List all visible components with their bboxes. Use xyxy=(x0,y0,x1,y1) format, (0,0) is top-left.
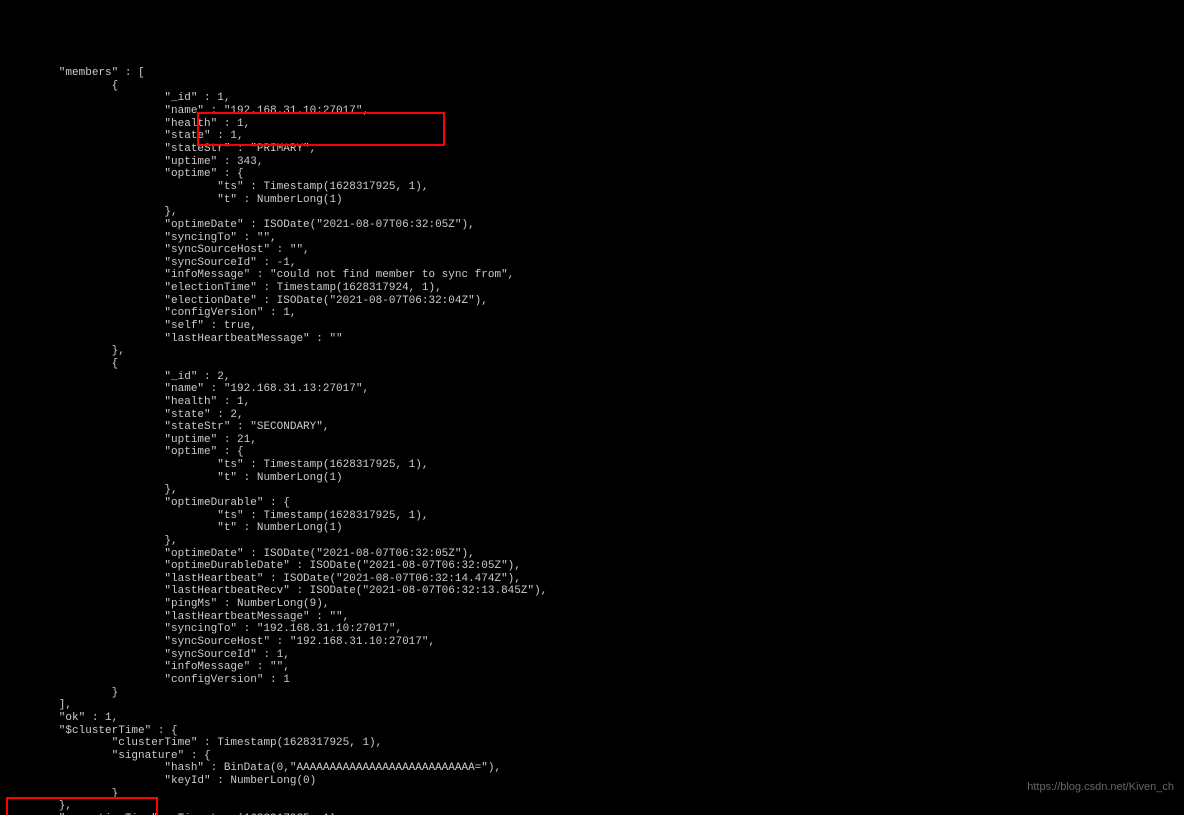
output-line: "pingMs" : NumberLong(9), xyxy=(6,598,329,610)
output-line: "stateStr" : "PRIMARY", xyxy=(6,143,316,155)
output-line: "state" : 2, xyxy=(6,409,244,421)
output-line: }, xyxy=(6,345,125,357)
output-line: "configVersion" : 1 xyxy=(6,674,290,686)
output-line: "optimeDate" : ISODate("2021-08-07T06:32… xyxy=(6,548,475,560)
terminal-output[interactable]: "members" : [ { "_id" : 1, "name" : "192… xyxy=(0,51,1184,815)
output-line: "lastHeartbeatMessage" : "" xyxy=(6,333,343,345)
output-line: { xyxy=(6,358,118,370)
output-line: "t" : NumberLong(1) xyxy=(6,522,343,534)
output-line: "ts" : Timestamp(1628317925, 1), xyxy=(6,181,428,193)
output-line: "optimeDate" : ISODate("2021-08-07T06:32… xyxy=(6,219,475,231)
output-line: "clusterTime" : Timestamp(1628317925, 1)… xyxy=(6,737,382,749)
output-line: "health" : 1, xyxy=(6,118,250,130)
output-line: "infoMessage" : "could not find member t… xyxy=(6,269,514,281)
output-line: "optime" : { xyxy=(6,168,244,180)
output-line: "_id" : 1, xyxy=(6,92,230,104)
output-line: }, xyxy=(6,484,178,496)
output-line: "electionDate" : ISODate("2021-08-07T06:… xyxy=(6,295,488,307)
output-line: "operationTime" : Timestamp(1628317925, … xyxy=(6,813,336,815)
output-line: "syncingTo" : "", xyxy=(6,232,277,244)
output-line: "electionTime" : Timestamp(1628317924, 1… xyxy=(6,282,442,294)
output-line: "_id" : 2, xyxy=(6,371,230,383)
output-line: "uptime" : 343, xyxy=(6,156,263,168)
output-line: "health" : 1, xyxy=(6,396,250,408)
output-line: ], xyxy=(6,699,72,711)
output-line: { xyxy=(6,80,118,92)
output-line: "ts" : Timestamp(1628317925, 1), xyxy=(6,459,428,471)
output-line: "optimeDurable" : { xyxy=(6,497,290,509)
output-line: "stateStr" : "SECONDARY", xyxy=(6,421,329,433)
output-line: "members" : [ xyxy=(6,67,145,79)
output-line: "ts" : Timestamp(1628317925, 1), xyxy=(6,510,428,522)
output-line: "t" : NumberLong(1) xyxy=(6,194,343,206)
output-line: "syncSourceId" : -1, xyxy=(6,257,296,269)
output-line: "configVersion" : 1, xyxy=(6,307,296,319)
output-line: }, xyxy=(6,800,72,812)
output-line: "keyId" : NumberLong(0) xyxy=(6,775,316,787)
output-line: }, xyxy=(6,206,178,218)
output-line: "syncSourceId" : 1, xyxy=(6,649,290,661)
output-line: }, xyxy=(6,535,178,547)
output-line: "$clusterTime" : { xyxy=(6,725,178,737)
watermark-text: https://blog.csdn.net/Kiven_ch xyxy=(1027,781,1174,794)
output-line: "t" : NumberLong(1) xyxy=(6,472,343,484)
output-line: "signature" : { xyxy=(6,750,211,762)
output-line: "syncSourceHost" : "192.168.31.10:27017"… xyxy=(6,636,435,648)
output-line: } xyxy=(6,687,118,699)
output-line: "uptime" : 21, xyxy=(6,434,257,446)
output-line: "infoMessage" : "", xyxy=(6,661,290,673)
output-line: "syncSourceHost" : "", xyxy=(6,244,310,256)
output-line: "lastHeartbeatMessage" : "", xyxy=(6,611,349,623)
output-line: "lastHeartbeatRecv" : ISODate("2021-08-0… xyxy=(6,585,547,597)
output-line: "lastHeartbeat" : ISODate("2021-08-07T06… xyxy=(6,573,521,585)
output-line: "ok" : 1, xyxy=(6,712,118,724)
output-line: "syncingTo" : "192.168.31.10:27017", xyxy=(6,623,402,635)
output-line: "state" : 1, xyxy=(6,130,244,142)
output-line: "self" : true, xyxy=(6,320,257,332)
output-line: "optimeDurableDate" : ISODate("2021-08-0… xyxy=(6,560,521,572)
output-line: "name" : "192.168.31.13:27017", xyxy=(6,383,369,395)
output-line: "name" : "192.168.31.10:27017", xyxy=(6,105,369,117)
output-line: "hash" : BinData(0,"AAAAAAAAAAAAAAAAAAAA… xyxy=(6,762,501,774)
output-line: } xyxy=(6,788,118,800)
output-line: "optime" : { xyxy=(6,446,244,458)
